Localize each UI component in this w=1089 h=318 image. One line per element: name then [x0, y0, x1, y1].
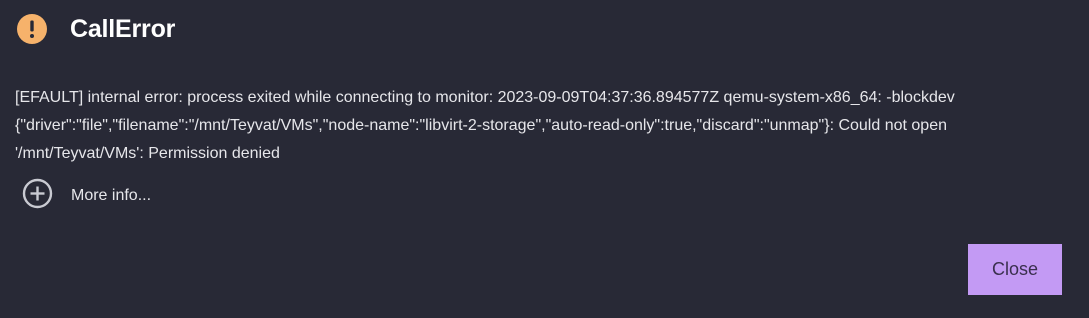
- dialog-header: CallError: [17, 14, 175, 44]
- close-button[interactable]: Close: [968, 244, 1062, 295]
- more-info-toggle[interactable]: More info...: [22, 178, 151, 214]
- error-message: [EFAULT] internal error: process exited …: [15, 84, 1075, 168]
- error-message-line: {"driver":"file","filename":"/mnt/Teyvat…: [15, 117, 947, 134]
- exclamation-circle-icon: [17, 14, 47, 44]
- dialog-title: CallError: [70, 14, 176, 43]
- error-dialog: CallError [EFAULT] internal error: proce…: [0, 0, 1089, 318]
- error-message-line: '/mnt/Teyvat/VMs': Permission denied: [15, 145, 280, 162]
- error-message-line: [EFAULT] internal error: process exited …: [15, 89, 955, 106]
- more-info-label: More info...: [71, 187, 152, 204]
- plus-circle-icon: [22, 178, 53, 214]
